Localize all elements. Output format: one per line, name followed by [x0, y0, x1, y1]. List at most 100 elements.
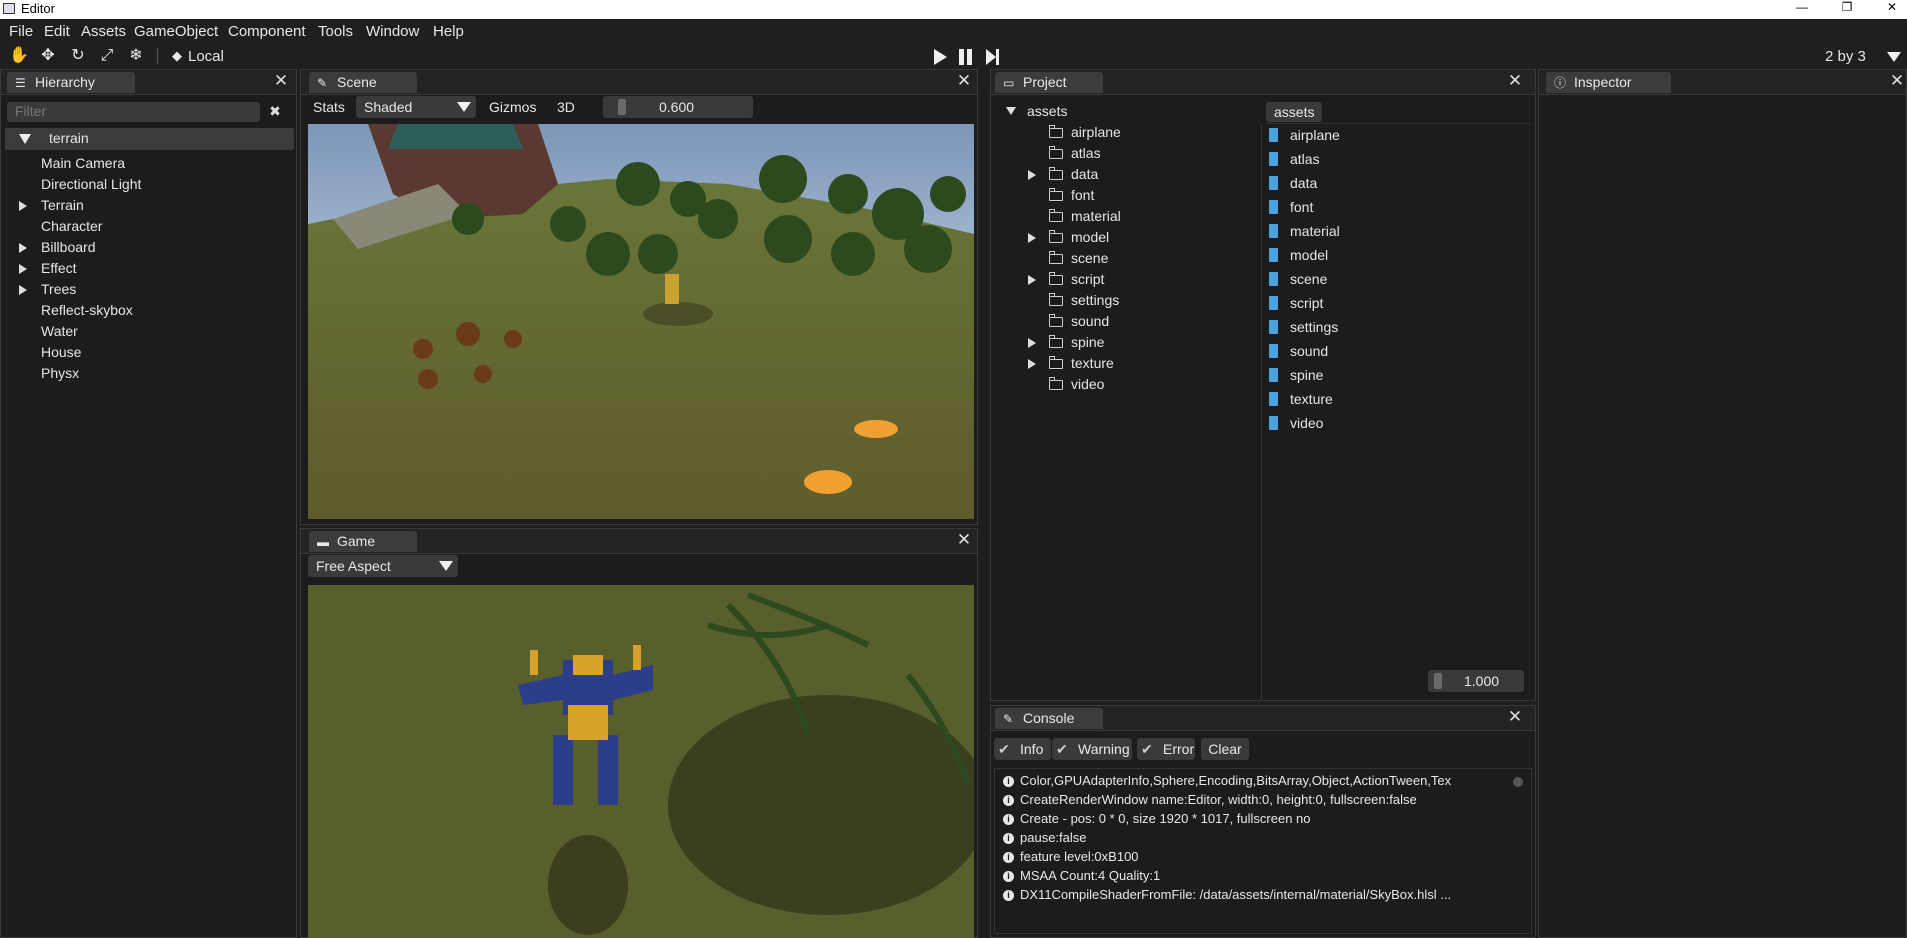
tree-item[interactable]: Water: [41, 323, 78, 339]
folder-tree-item[interactable]: script: [1049, 271, 1104, 287]
tree-item[interactable]: Terrain: [41, 197, 84, 213]
folder-tree-item[interactable]: texture: [1049, 355, 1114, 371]
tree-row-selected[interactable]: terrain: [5, 128, 294, 150]
scene-slider[interactable]: 0.600: [603, 96, 753, 118]
zoom-slider[interactable]: 1.000: [1428, 670, 1524, 692]
hierarchy-filter-input[interactable]: Filter: [7, 102, 260, 122]
expand-arrow-icon[interactable]: [1028, 170, 1036, 180]
aspect-dropdown[interactable]: Free Aspect: [308, 555, 458, 577]
asset-folder-item[interactable]: sound: [1269, 342, 1328, 359]
menu-tools[interactable]: Tools: [318, 23, 353, 40]
slider-handle[interactable]: [1434, 673, 1442, 689]
console-line[interactable]: i Create - pos: 0 * 0, size 1920 * 1017, …: [1003, 811, 1311, 826]
expand-arrow-icon[interactable]: [19, 285, 27, 295]
asset-folder-item[interactable]: settings: [1269, 318, 1338, 335]
pause-icon[interactable]: [958, 48, 974, 66]
asset-folder-item[interactable]: model: [1269, 246, 1328, 263]
warning-filter-toggle[interactable]: ✔ Warning: [1052, 738, 1132, 760]
tree-item[interactable]: House: [41, 344, 81, 360]
folder-tree-item[interactable]: sound: [1049, 313, 1109, 329]
menu-help[interactable]: Help: [433, 23, 464, 40]
shading-dropdown[interactable]: Shaded: [356, 96, 476, 118]
tab-scene[interactable]: ✎ Scene: [309, 72, 417, 93]
project-root-label[interactable]: assets: [1027, 103, 1067, 119]
menu-assets[interactable]: Assets: [81, 23, 126, 40]
close-icon[interactable]: ✕: [1506, 72, 1524, 91]
menu-file[interactable]: File: [9, 23, 33, 40]
tab-hierarchy[interactable]: ☰ Hierarchy: [7, 72, 135, 93]
error-filter-toggle[interactable]: ✔ Error: [1137, 738, 1195, 760]
folder-tree-item[interactable]: airplane: [1049, 124, 1121, 140]
console-line[interactable]: i feature level:0xB100: [1003, 849, 1139, 864]
asset-folder-item[interactable]: font: [1269, 198, 1313, 215]
rotate-tool-icon[interactable]: ↻: [69, 47, 87, 65]
close-icon[interactable]: ✕: [272, 72, 290, 91]
scene-viewport[interactable]: [308, 124, 974, 519]
minimize-button[interactable]: —: [1780, 0, 1824, 19]
layout-dropdown[interactable]: 2 by 3: [1825, 48, 1866, 65]
asset-folder-item[interactable]: scene: [1269, 270, 1327, 287]
menu-gameobject[interactable]: GameObject: [134, 23, 218, 40]
console-line[interactable]: i Color,GPUAdapterInfo,Sphere,Encoding,Bi…: [1003, 773, 1451, 788]
folder-tree-item[interactable]: settings: [1049, 292, 1119, 308]
close-window-button[interactable]: ✕: [1870, 0, 1907, 19]
expand-arrow-icon[interactable]: [19, 243, 27, 253]
hand-tool-icon[interactable]: ✋: [9, 47, 29, 65]
breadcrumb[interactable]: assets: [1266, 102, 1323, 122]
folder-tree-item[interactable]: model: [1049, 229, 1109, 245]
folder-tree-item[interactable]: video: [1049, 376, 1104, 392]
asset-folder-item[interactable]: script: [1269, 294, 1323, 311]
console-line[interactable]: i pause:false: [1003, 830, 1087, 845]
console-line[interactable]: i MSAA Count:4 Quality:1: [1003, 868, 1160, 883]
restore-button[interactable]: ❐: [1825, 0, 1869, 19]
asset-folder-item[interactable]: material: [1269, 222, 1340, 239]
folder-tree-item[interactable]: font: [1049, 187, 1094, 203]
tab-game[interactable]: ▬ Game: [309, 531, 417, 552]
tab-project[interactable]: ▭ Project: [995, 72, 1103, 93]
menu-edit[interactable]: Edit: [44, 23, 70, 40]
clear-button[interactable]: Clear: [1201, 738, 1249, 760]
expand-arrow-icon[interactable]: [19, 264, 27, 274]
game-render[interactable]: [308, 585, 974, 938]
space-toggle[interactable]: Local: [188, 48, 224, 65]
folder-tree-item[interactable]: spine: [1049, 334, 1104, 350]
move-tool-icon[interactable]: ✥: [39, 47, 57, 65]
scene-render[interactable]: [308, 124, 974, 519]
folder-tree-item[interactable]: data: [1049, 166, 1098, 182]
menu-window[interactable]: Window: [366, 23, 419, 40]
asset-folder-item[interactable]: texture: [1269, 390, 1333, 407]
expand-arrow-icon[interactable]: [1028, 233, 1036, 243]
asset-folder-item[interactable]: atlas: [1269, 150, 1320, 167]
menu-component[interactable]: Component: [228, 23, 306, 40]
chevron-down-icon[interactable]: [1887, 52, 1901, 62]
asset-folder-item[interactable]: data: [1269, 174, 1317, 191]
scale-tool-icon[interactable]: ⤢: [98, 47, 116, 65]
tree-item[interactable]: Billboard: [41, 239, 95, 255]
tree-item[interactable]: Directional Light: [41, 176, 141, 192]
tree-item[interactable]: Trees: [41, 281, 76, 297]
expand-arrow-icon[interactable]: [19, 134, 31, 144]
tab-inspector[interactable]: ⓘ Inspector: [1546, 72, 1671, 93]
close-icon[interactable]: ✕: [955, 531, 973, 550]
tree-item[interactable]: Reflect-skybox: [41, 302, 133, 318]
folder-tree-item[interactable]: atlas: [1049, 145, 1101, 161]
folder-tree-item[interactable]: scene: [1049, 250, 1108, 266]
info-filter-toggle[interactable]: ✔ Info: [994, 738, 1051, 760]
asset-folder-item[interactable]: spine: [1269, 366, 1323, 383]
stats-toggle[interactable]: Stats: [313, 99, 345, 115]
expand-arrow-icon[interactable]: [1028, 359, 1036, 369]
folder-tree-item[interactable]: material: [1049, 208, 1121, 224]
expand-arrow-icon[interactable]: [19, 201, 27, 211]
mode-3d-toggle[interactable]: 3D: [557, 99, 575, 115]
tree-item[interactable]: Main Camera: [41, 155, 125, 171]
scroll-indicator[interactable]: [1513, 777, 1523, 787]
gizmos-toggle[interactable]: Gizmos: [489, 99, 536, 115]
console-log[interactable]: i Color,GPUAdapterInfo,Sphere,Encoding,Bi…: [994, 768, 1532, 934]
expand-arrow-icon[interactable]: [1006, 107, 1016, 115]
tree-item[interactable]: Physx: [41, 365, 79, 381]
clear-filter-icon[interactable]: ✖: [266, 103, 284, 121]
asset-folder-item[interactable]: video: [1269, 414, 1323, 431]
close-icon[interactable]: ✕: [1888, 72, 1906, 91]
snap-tool-icon[interactable]: ❄: [127, 47, 145, 65]
play-icon[interactable]: [932, 48, 948, 66]
